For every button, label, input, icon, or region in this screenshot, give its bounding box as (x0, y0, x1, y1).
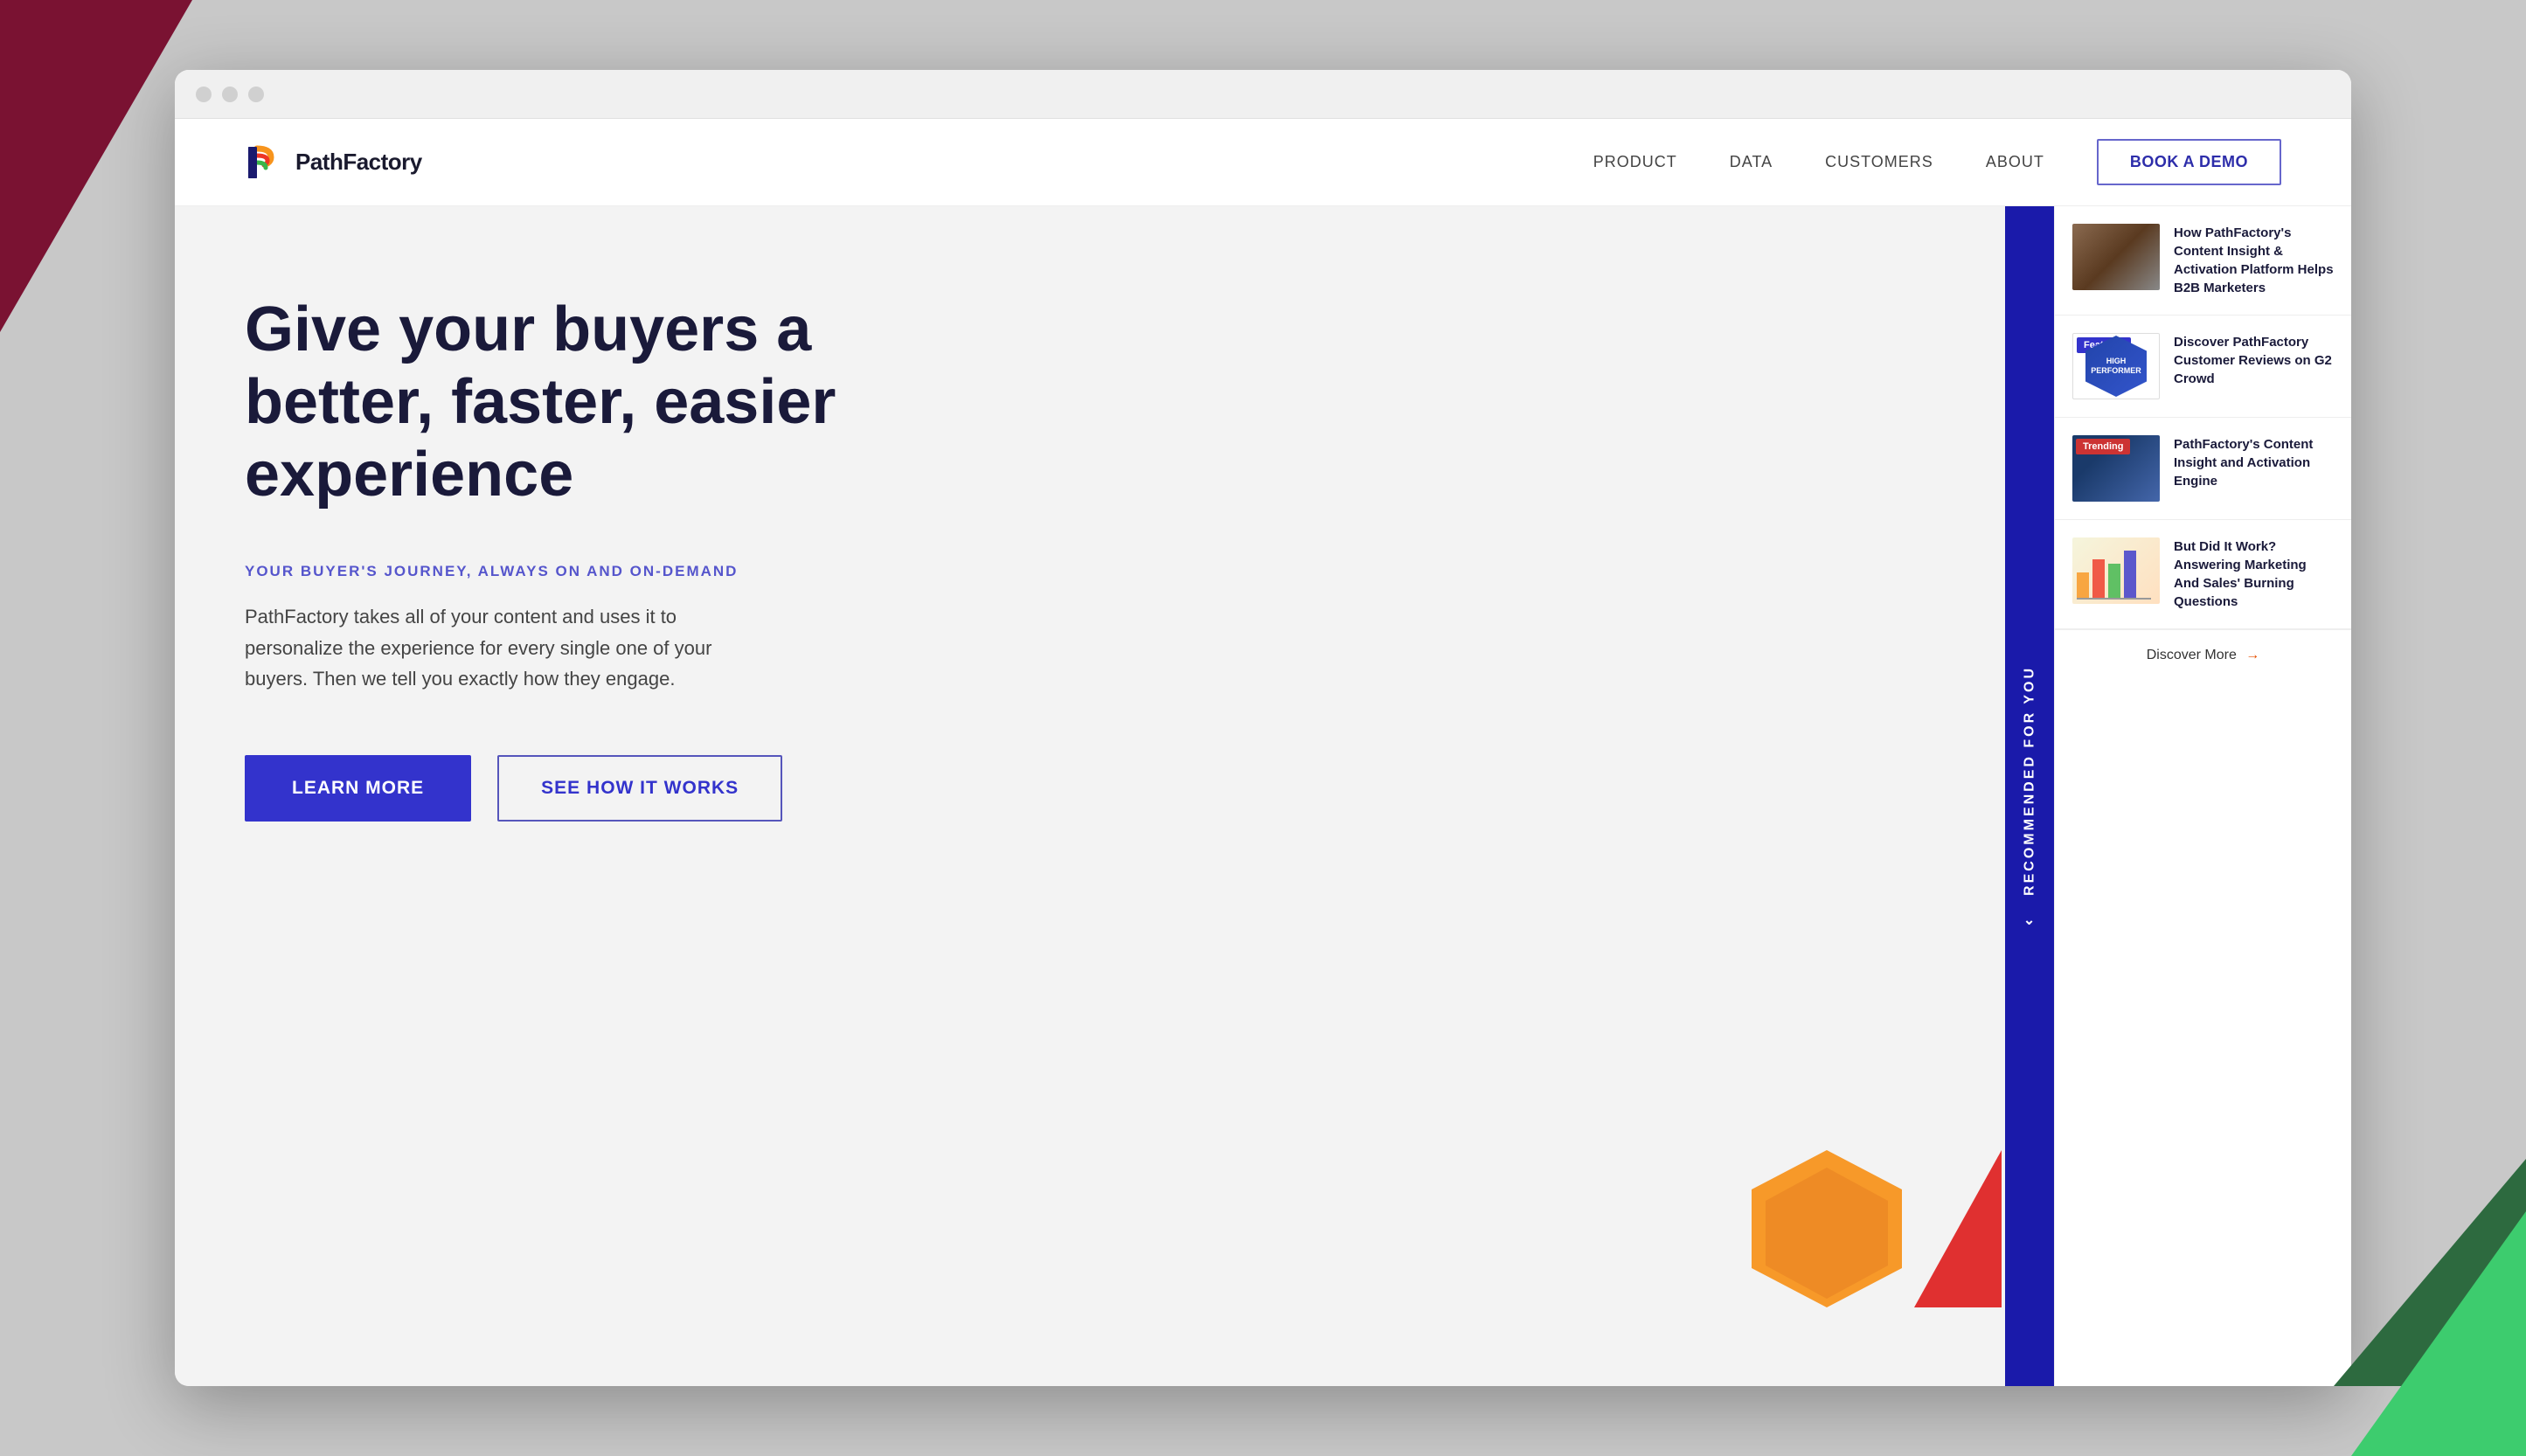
nav-about[interactable]: ABOUT (1986, 153, 2044, 171)
recommended-sidebar[interactable]: ⌃ RECOMMENDED FOR YOU (2005, 206, 2054, 1386)
rec-card-4[interactable]: But Did It Work? Answering Marketing And… (2055, 520, 2351, 629)
discover-arrow-icon: → (2245, 648, 2259, 663)
browser-window: PathFactory PRODUCT DATA CUSTOMERS ABOUT… (175, 70, 2351, 1386)
rec-info-1: How PathFactory's Content Insight & Acti… (2174, 224, 2334, 297)
rec-card-1[interactable]: How PathFactory's Content Insight & Acti… (2055, 206, 2351, 315)
browser-chrome (175, 70, 2351, 119)
see-how-it-works-button[interactable]: SEE HOW IT WORKS (497, 755, 782, 822)
hero-content: Give your buyers a better, faster, easie… (245, 294, 857, 822)
rec-title-3: PathFactory's Content Insight and Activa… (2174, 435, 2334, 490)
chart-icon (2072, 537, 2160, 604)
rec-thumb-3: Trending (2072, 435, 2160, 502)
rec-info-3: PathFactory's Content Insight and Activa… (2174, 435, 2334, 502)
nav-data[interactable]: DATA (1730, 153, 1773, 171)
nav-product[interactable]: PRODUCT (1593, 153, 1677, 171)
browser-dot-2 (222, 87, 238, 102)
rec-info-4: But Did It Work? Answering Marketing And… (2174, 537, 2334, 611)
rec-title-4: But Did It Work? Answering Marketing And… (2174, 537, 2334, 611)
rec-thumb-2: Featured HIGHPERFORMER (2072, 333, 2160, 399)
hero-section: Give your buyers a better, faster, easie… (175, 206, 2351, 1386)
chevron-up-icon: ⌃ (2022, 907, 2038, 926)
learn-more-button[interactable]: LEARN MORE (245, 755, 471, 822)
book-demo-button[interactable]: BOOK A DEMO (2097, 139, 2281, 185)
corner-bright (2351, 1211, 2526, 1456)
hex-shape (1739, 1141, 1914, 1316)
hero-subtitle: YOUR BUYER'S JOURNEY, ALWAYS ON AND ON-D… (245, 563, 857, 580)
nav-customers[interactable]: CUSTOMERS (1825, 153, 1933, 171)
rec-thumb-4 (2072, 537, 2160, 604)
rec-title-1: How PathFactory's Content Insight & Acti… (2174, 224, 2334, 297)
rec-info-2: Discover PathFactory Customer Reviews on… (2174, 333, 2334, 399)
rec-title-2: Discover PathFactory Customer Reviews on… (2174, 333, 2334, 388)
rec-card-3[interactable]: Trending PathFactory's Content Insight a… (2055, 418, 2351, 520)
main-nav: PRODUCT DATA CUSTOMERS ABOUT BOOK A DEMO (1593, 139, 2281, 185)
logo-text: PathFactory (295, 149, 422, 176)
hero-illustration (1722, 1089, 2002, 1334)
discover-more-link[interactable]: Discover More → (2055, 629, 2351, 681)
hero-body: PathFactory takes all of your content an… (245, 601, 769, 694)
rec-card-2[interactable]: Featured HIGHPERFORMER Discover PathFact… (2055, 315, 2351, 418)
corner-decoration-top-left (0, 0, 192, 332)
trending-badge: Trending (2076, 439, 2130, 454)
browser-dot-1 (196, 87, 212, 102)
corner-decoration-bottom-right (2281, 1150, 2526, 1456)
browser-dot-3 (248, 87, 264, 102)
hero-buttons: LEARN MORE SEE HOW IT WORKS (245, 755, 857, 822)
logo-area[interactable]: PathFactory (245, 143, 422, 182)
rec-thumb-1 (2072, 224, 2160, 290)
hero-title: Give your buyers a better, faster, easie… (245, 294, 857, 510)
site-header: PathFactory PRODUCT DATA CUSTOMERS ABOUT… (175, 119, 2351, 206)
logo-icon (245, 143, 283, 182)
triangle-shape (1914, 1150, 2002, 1307)
recommended-label: ⌃ RECOMMENDED FOR YOU (2022, 666, 2038, 927)
